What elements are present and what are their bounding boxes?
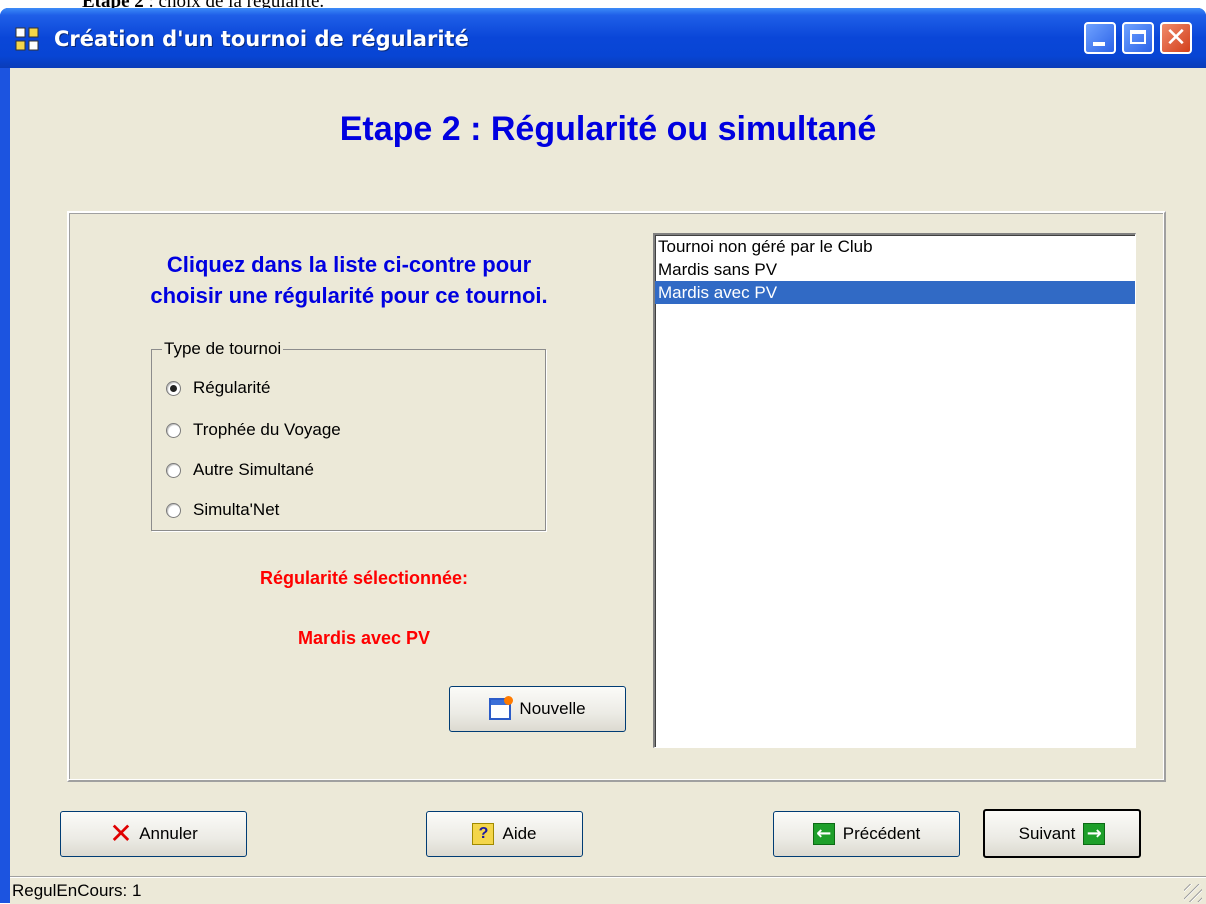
- radio-label: Autre Simultané: [193, 460, 314, 479]
- list-item-selected[interactable]: Mardis avec PV: [655, 281, 1135, 304]
- status-text: RegulEnCours: 1: [12, 881, 142, 900]
- window-title: Création d'un tournoi de régularité: [54, 27, 469, 51]
- client-area: Etape 2 : Régularité ou simultané Clique…: [10, 68, 1206, 904]
- suivant-button[interactable]: Suivant →: [983, 809, 1141, 858]
- resize-grip-icon[interactable]: [1184, 884, 1202, 902]
- instructions-line-1: Cliquez dans la liste ci-contre pour: [166, 252, 532, 277]
- annuler-button[interactable]: ✕ Annuler: [60, 811, 247, 857]
- wizard-window: Création d'un tournoi de régularité ✕ Et…: [0, 8, 1206, 904]
- minimize-button[interactable]: [1084, 22, 1116, 54]
- radio-label: Simulta'Net: [193, 500, 280, 519]
- title-bar[interactable]: Création d'un tournoi de régularité ✕: [0, 8, 1206, 68]
- radio-regularite[interactable]: Régularité: [166, 376, 271, 400]
- main-panel: Cliquez dans la liste ci-contre pour cho…: [67, 211, 1166, 782]
- tournament-type-group: Type de tournoi Régularité Trophée du Vo…: [151, 339, 546, 531]
- arrow-right-icon: →: [1083, 822, 1106, 845]
- radio-simulta-net[interactable]: Simulta'Net: [166, 498, 279, 522]
- step-title: Etape 2 : Régularité ou simultané: [339, 110, 877, 148]
- list-item[interactable]: Tournoi non géré par le Club: [655, 235, 1135, 258]
- precedent-button[interactable]: ← Précédent: [773, 811, 960, 857]
- radio-trophee-du-voyage[interactable]: Trophée du Voyage: [166, 418, 341, 442]
- annuler-label: Annuler: [139, 824, 198, 843]
- aide-label: Aide: [502, 824, 537, 843]
- list-item[interactable]: Mardis sans PV: [655, 258, 1135, 281]
- nouvelle-label: Nouvelle: [519, 699, 586, 718]
- radio-button-icon[interactable]: [166, 422, 181, 438]
- new-window-icon: [489, 696, 514, 720]
- minimize-icon: [1093, 42, 1105, 46]
- maximize-icon: [1130, 30, 1146, 44]
- radio-autre-simultane[interactable]: Autre Simultané: [166, 458, 314, 482]
- radio-label: Régularité: [193, 378, 271, 397]
- selected-regularity-value: Mardis avec PV: [297, 628, 431, 648]
- close-button[interactable]: ✕: [1160, 22, 1192, 54]
- selected-regularity-label: Régularité sélectionnée:: [259, 568, 469, 588]
- precedent-label: Précédent: [842, 824, 921, 843]
- instructions-line-2: choisir une régularité pour ce tournoi.: [150, 283, 548, 308]
- radio-button-icon[interactable]: [166, 462, 181, 478]
- arrow-left-icon: ←: [812, 823, 835, 845]
- radio-button-icon[interactable]: [166, 380, 181, 396]
- close-icon: ✕: [1165, 23, 1187, 53]
- radio-label: Trophée du Voyage: [193, 420, 341, 439]
- app-icon: [15, 27, 39, 51]
- nouvelle-button[interactable]: Nouvelle: [449, 686, 626, 732]
- help-icon: ?: [472, 823, 495, 845]
- maximize-button[interactable]: [1122, 22, 1154, 54]
- aide-button[interactable]: ? Aide: [426, 811, 583, 857]
- status-bar: RegulEnCours: 1: [10, 876, 1206, 904]
- instructions: Cliquez dans la liste ci-contre pour cho…: [79, 249, 619, 311]
- tournament-type-legend: Type de tournoi: [162, 339, 284, 359]
- regularity-listbox[interactable]: Tournoi non géré par le Club Mardis sans…: [653, 233, 1136, 748]
- suivant-label: Suivant: [1018, 823, 1076, 843]
- cancel-x-icon: ✕: [109, 817, 133, 850]
- radio-button-icon[interactable]: [166, 502, 181, 518]
